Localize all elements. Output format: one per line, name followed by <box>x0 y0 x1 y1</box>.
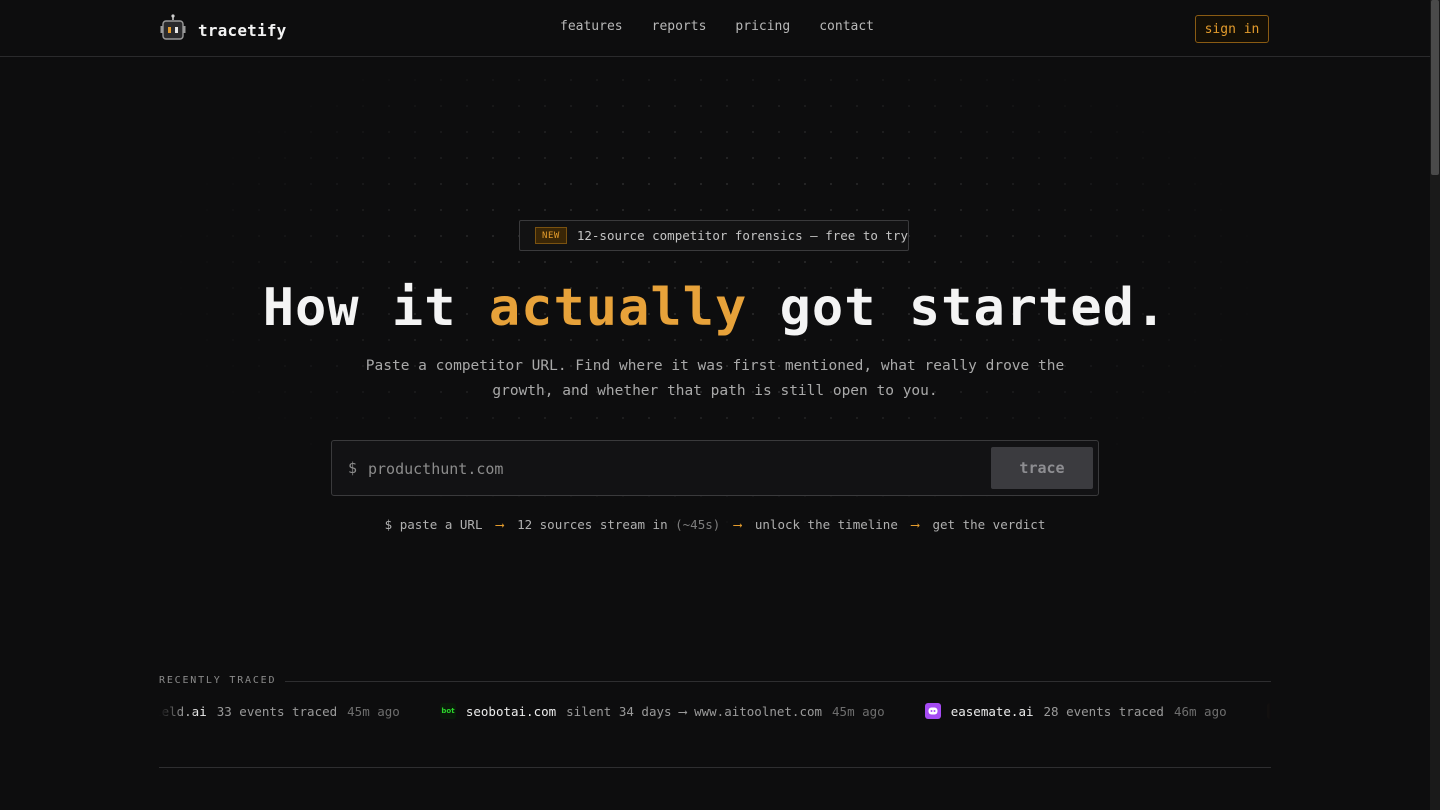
nav-pricing[interactable]: pricing <box>735 19 790 34</box>
ticker-track: sfield.ai 33 events traced 45m ago bot s… <box>159 698 1271 724</box>
top-nav-bar: tracetify features reports pricing conta… <box>0 0 1430 57</box>
recently-traced-ticker: sfield.ai 33 events traced 45m ago bot s… <box>159 698 1271 724</box>
robot-logo-icon <box>160 14 186 46</box>
ticker-time: 46m ago <box>1173 703 1227 719</box>
nav-contact[interactable]: contact <box>819 19 874 34</box>
step-duration-note: (~45s) <box>675 517 721 532</box>
sign-in-button[interactable]: sign in <box>1195 15 1269 43</box>
hero-headline: How it actually got started. <box>0 278 1430 338</box>
ticker-domain[interactable]: easemate.ai <box>951 704 1034 719</box>
brand[interactable]: tracetify <box>160 14 287 46</box>
brand-name: tracetify <box>198 20 287 40</box>
scrollbar[interactable] <box>1430 0 1440 810</box>
recently-traced-heading: RECENTLY TRACED <box>159 675 277 686</box>
announcement-badge[interactable]: NEW 12-source competitor forensics — fre… <box>519 220 909 251</box>
ticker-item[interactable] <box>1266 703 1271 719</box>
site-favicon-icon <box>1266 703 1271 719</box>
ticker-time: 45m ago <box>832 703 885 719</box>
nav-features[interactable]: features <box>560 19 623 34</box>
ticker-detail: silent 34 days ⟶ www.aitoolnet.com <box>566 703 823 719</box>
trace-button[interactable]: trace <box>991 447 1093 489</box>
new-tag: NEW <box>535 227 567 244</box>
competitor-url-input[interactable] <box>366 451 990 487</box>
hero-subtitle: Paste a competitor URL. Find where it wa… <box>365 358 1065 399</box>
svg-text:bot: bot <box>441 707 455 715</box>
step-paste-url: $ paste a URL <box>384 517 483 532</box>
arrow-icon: ⟶ <box>733 517 742 532</box>
how-it-works-steps: $ paste a URL ⟶ 12 sources stream in (~4… <box>0 517 1430 532</box>
ticker-time: 45m ago <box>347 703 400 719</box>
ticker-detail: 28 events traced <box>1043 703 1164 719</box>
prompt-symbol: $ <box>348 459 358 477</box>
arrow-icon: ⟶ <box>911 517 919 532</box>
ticker-item[interactable]: bot seobotai.com silent 34 days ⟶ www.ai… <box>439 703 885 719</box>
bot-icon: bot <box>439 703 456 719</box>
main-nav: features reports pricing contact <box>560 19 874 34</box>
section-divider <box>159 767 1271 768</box>
headline-end: got started. <box>747 278 1168 338</box>
nav-reports[interactable]: reports <box>652 19 707 34</box>
step-get-verdict: get the verdict <box>932 517 1046 532</box>
arrow-icon: ⟶ <box>496 517 504 532</box>
ticker-detail: 33 events traced <box>216 703 338 719</box>
ticker-item[interactable]: sfield.ai 33 events traced 45m ago <box>159 704 400 719</box>
headline-start: How it <box>262 278 489 338</box>
ticker-domain[interactable]: seobotai.com <box>466 704 556 719</box>
step-unlock-timeline: unlock the timeline <box>754 517 898 532</box>
headline-accent-word: actually <box>488 278 748 338</box>
page: tracetify features reports pricing conta… <box>0 0 1440 810</box>
step-sources-stream: 12 sources stream in <box>517 517 668 532</box>
section-divider <box>285 681 1271 682</box>
announcement-text: 12-source competitor forensics — free to… <box>576 228 908 243</box>
url-search-box: $ trace <box>331 440 1099 496</box>
ticker-domain[interactable]: sfield.ai <box>159 704 207 719</box>
scrollbar-thumb[interactable] <box>1431 0 1439 175</box>
easemate-icon <box>924 703 941 719</box>
ticker-item[interactable]: easemate.ai 28 events traced 46m ago <box>924 703 1227 719</box>
